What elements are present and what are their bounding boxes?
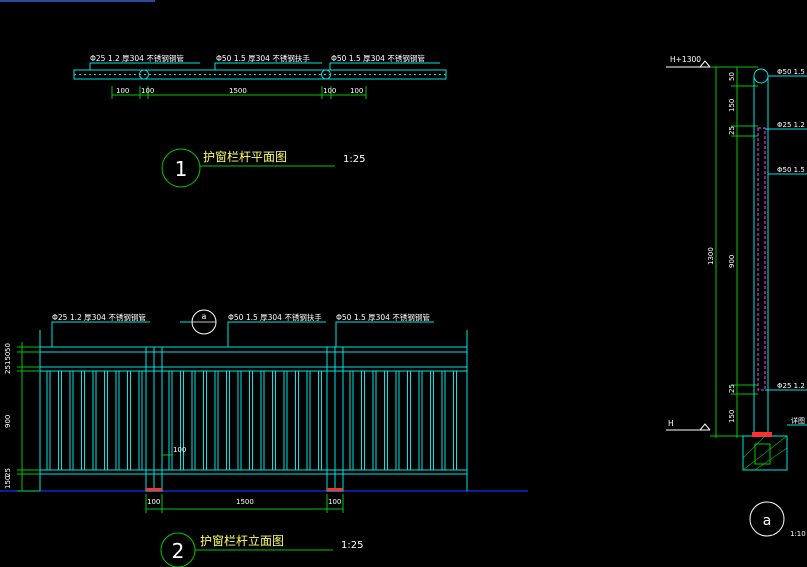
plan-note-3: Φ50 1.5 厚304 不锈钢钢管 bbox=[331, 53, 425, 63]
plan-dim-2: 100 bbox=[141, 87, 154, 95]
elev-note-1: Φ25 1.2 厚304 不锈钢钢管 bbox=[52, 312, 146, 322]
plan-dim-5: 100 bbox=[350, 87, 363, 95]
elev-scale: 1:25 bbox=[341, 540, 363, 551]
detail-callout-mark: a bbox=[202, 312, 207, 321]
elev-bottom-dim-2: 1500 bbox=[236, 498, 254, 506]
section-dim-4: 900 bbox=[728, 255, 736, 268]
post-dim: 100 bbox=[173, 446, 186, 454]
plan-dim-4: 100 bbox=[323, 87, 336, 95]
elev-left-dim-3: 25 bbox=[4, 365, 12, 374]
plan-number: 1 bbox=[175, 157, 188, 181]
section-dim-6: 150 bbox=[728, 410, 736, 423]
section-dim-1: 50 bbox=[728, 72, 736, 81]
elev-title: 护窗栏杆立面图 bbox=[200, 533, 284, 548]
section-mark: a bbox=[763, 513, 772, 529]
plan-dim-1: 100 bbox=[116, 87, 129, 95]
elev-bottom-dim-1: 100 bbox=[147, 498, 160, 506]
plan-scale: 1:25 bbox=[343, 154, 365, 165]
section-note-1: Φ50 1.5 bbox=[777, 68, 805, 76]
elev-left-dim-4: 900 bbox=[4, 415, 12, 428]
section-dim-2: 150 bbox=[728, 99, 736, 112]
plan-dim-3: 1500 bbox=[229, 87, 247, 95]
top-level: H+1300 bbox=[670, 55, 701, 64]
section-total-dim: 1300 bbox=[707, 247, 715, 265]
section-note-2: Φ25 1.2 bbox=[777, 121, 805, 129]
elev-left-dim-2: 150 bbox=[4, 352, 12, 365]
cad-drawing: Φ25 1.2 厚304 不锈钢钢管 Φ50 1.5 厚304 不锈钢扶手 Φ5… bbox=[0, 0, 807, 567]
elev-number: 2 bbox=[172, 539, 185, 563]
section-dim-5: 25 bbox=[728, 384, 736, 393]
elev-left-dim-6: 150 bbox=[4, 476, 12, 489]
plan-note-1: Φ25 1.2 厚304 不锈钢钢管 bbox=[90, 53, 184, 63]
section-note-4: Φ25 1.2 bbox=[777, 382, 805, 390]
elev-note-2: Φ50 1.5 厚304 不锈钢扶手 bbox=[228, 312, 322, 322]
section-scale: 1:10 bbox=[790, 530, 806, 538]
plan-title: 护窗栏杆平面图 bbox=[203, 149, 287, 164]
section-dim-3: 25 bbox=[728, 126, 736, 135]
elev-bottom-dim-3: 100 bbox=[328, 498, 341, 506]
section-note-3: Φ50 1.5 bbox=[777, 166, 805, 174]
elev-note-3: Φ50 1.5 厚304 不锈钢钢管 bbox=[336, 312, 430, 322]
plan-note-2: Φ50 1.5 厚304 不锈钢扶手 bbox=[216, 53, 310, 63]
section-extra-note: 详图 bbox=[791, 416, 805, 425]
elev-left-dim-1: 50 bbox=[4, 343, 12, 352]
bottom-level: H bbox=[668, 419, 674, 428]
